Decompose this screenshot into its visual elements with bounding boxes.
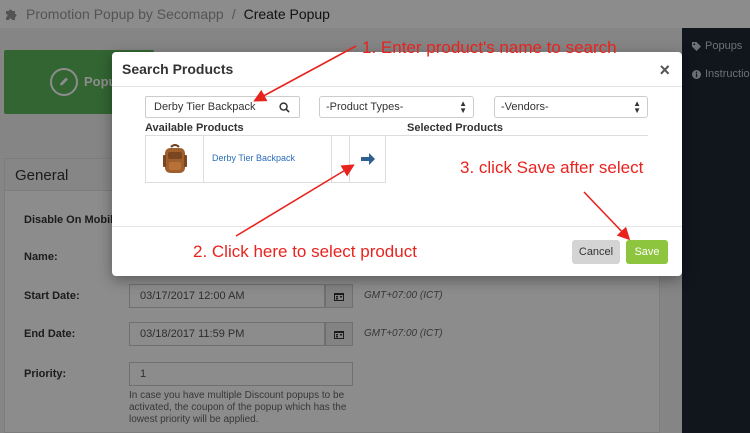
annotation-arrows (235, 45, 631, 241)
arrow-step3 (583, 191, 631, 241)
arrow-step1 (253, 45, 357, 102)
arrow-step2 (235, 164, 355, 237)
